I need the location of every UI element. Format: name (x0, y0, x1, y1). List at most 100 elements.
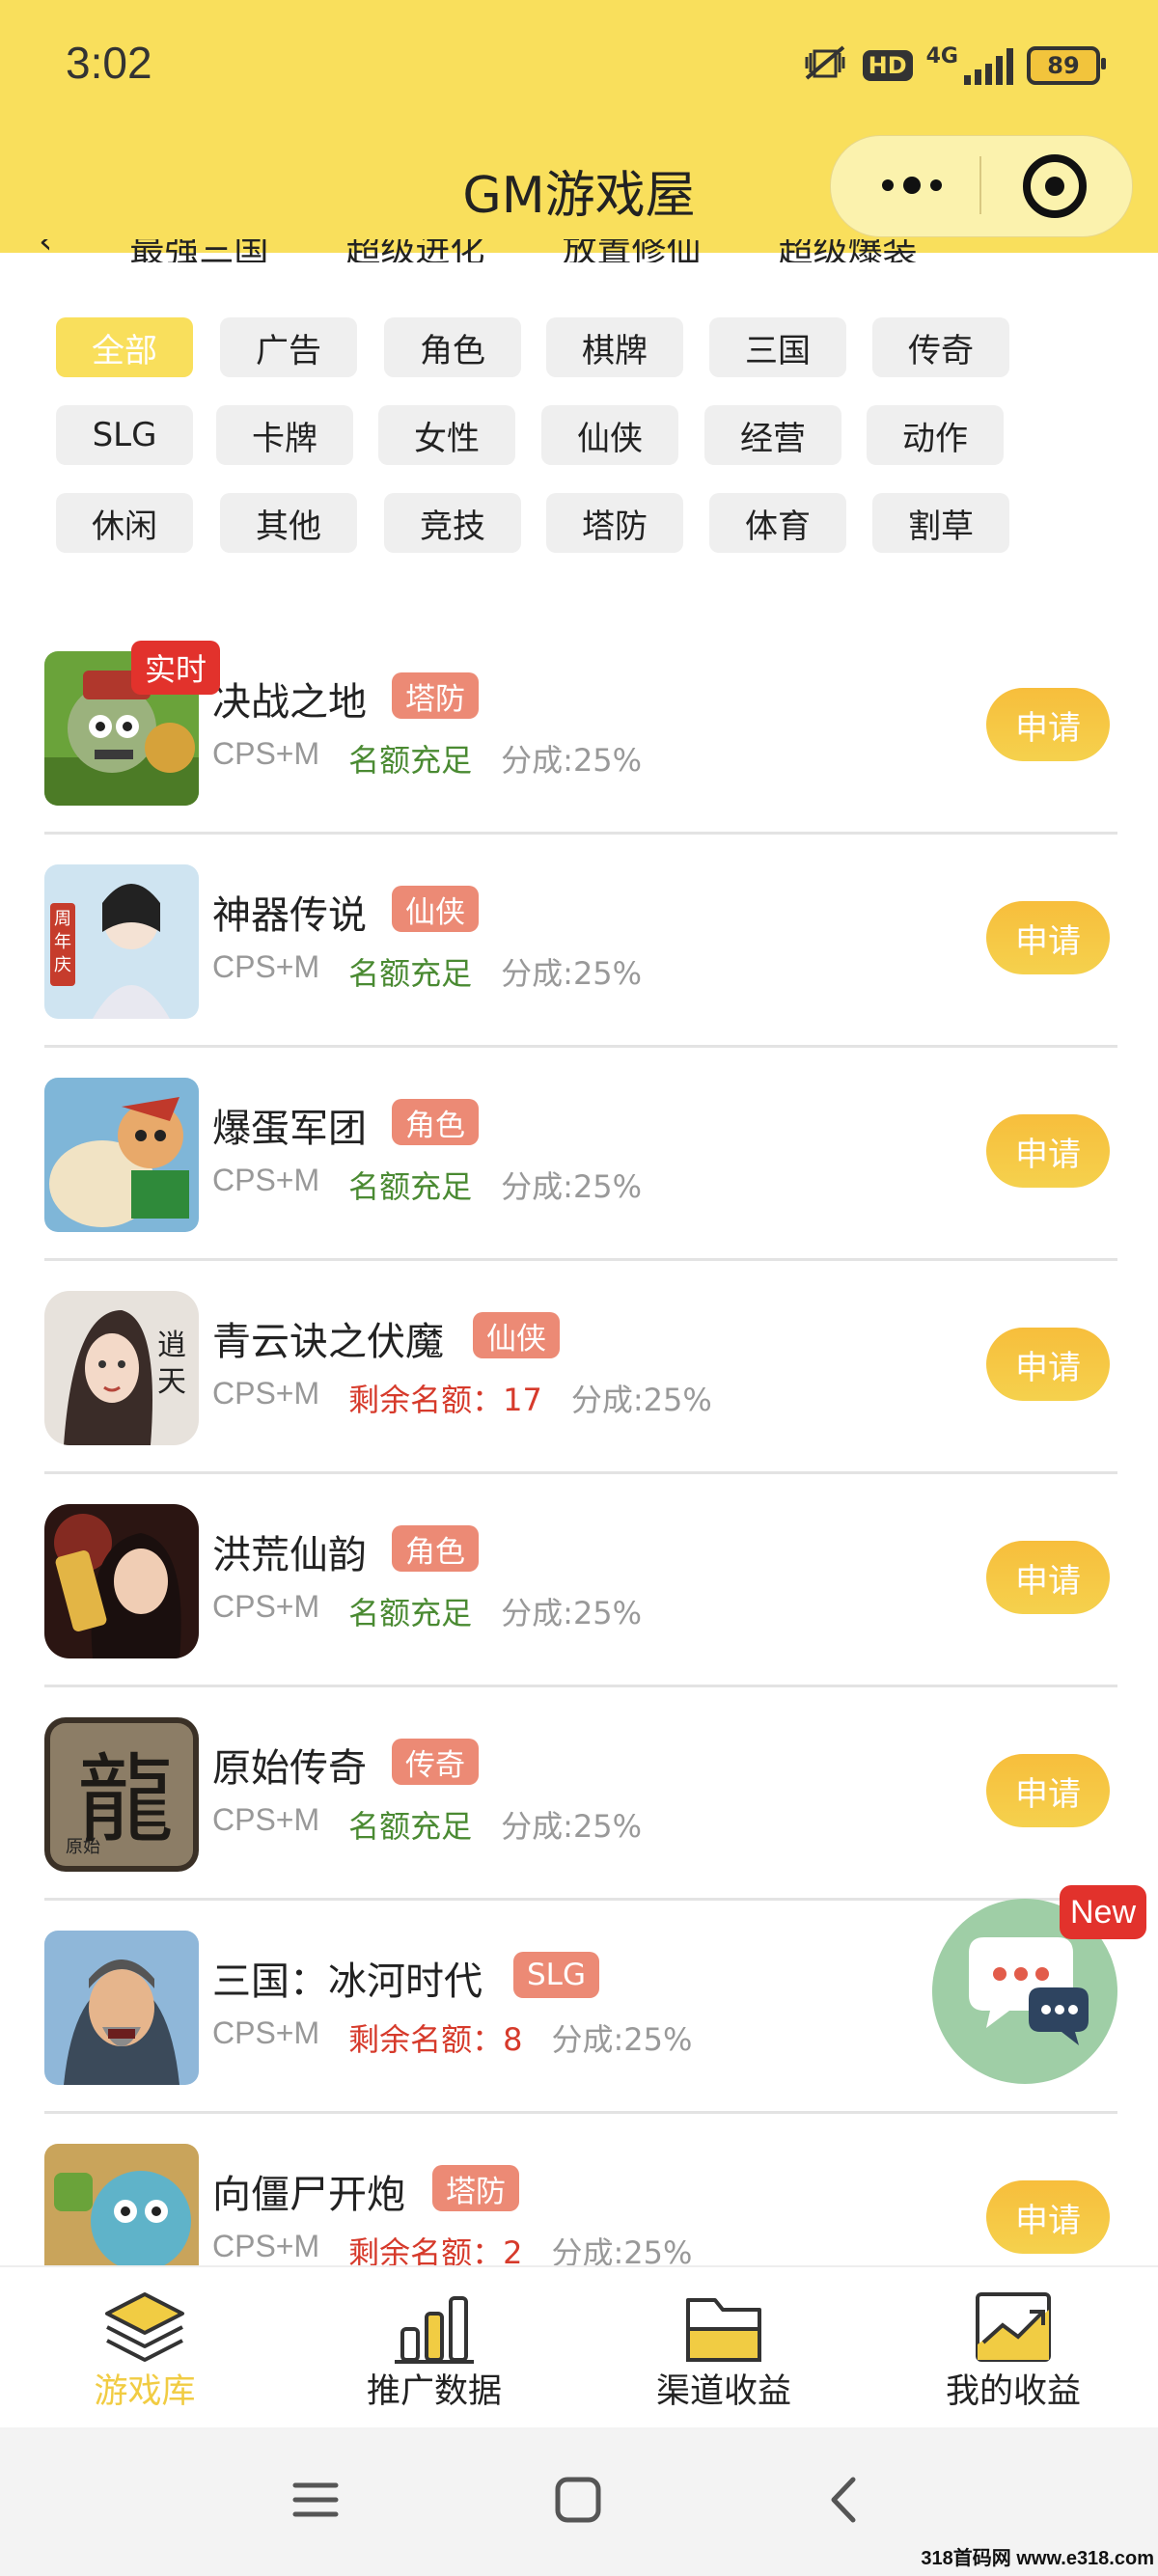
game-list-item[interactable]: 爆蛋军团 角色 CPS+M 名额充足 分成:25% 申请 (44, 1049, 1117, 1261)
back-chevron-icon (831, 2477, 856, 2523)
apply-button[interactable]: 申请 (986, 2180, 1110, 2254)
icon-text: 周 (54, 909, 71, 929)
filter-chip[interactable]: 竞技 (384, 493, 521, 553)
game-meta: CPS+M 名额充足 分成:25% (212, 949, 642, 994)
game-quota: 剩余名额：17 (348, 1382, 542, 1418)
game-tag: 仙侠 (473, 1312, 560, 1358)
filter-chip-all[interactable]: 全部 (56, 317, 193, 377)
game-share: 分成:25% (501, 1808, 643, 1845)
more-dot-icon (930, 179, 942, 191)
filter-chip[interactable]: 棋牌 (546, 317, 683, 377)
filter-chip[interactable]: 塔防 (546, 493, 683, 553)
game-share: 分成:25% (501, 1168, 643, 1205)
game-quota: 名额充足 (348, 1808, 473, 1845)
game-name: 决战之地 (212, 680, 367, 725)
filter-chip[interactable]: 经营 (704, 405, 841, 465)
row-divider (44, 2111, 1117, 2114)
game-name: 爆蛋军团 (212, 1107, 367, 1151)
home-nav-button[interactable] (554, 2476, 602, 2528)
game-quota: 名额充足 (348, 955, 473, 992)
game-list-item[interactable]: 向僵尸开炮 塔防 CPS+M 剩余名额：2 分成:25% 申请 (44, 2115, 1117, 2265)
row-divider (44, 1258, 1117, 1261)
filter-chip[interactable]: 仙侠 (541, 405, 678, 465)
game-mode: CPS+M (212, 2015, 320, 2050)
game-list-item[interactable]: 逍天 青云诀之伏魔 仙侠 CPS+M 剩余名额：17 分成:25% 申请 (44, 1262, 1117, 1474)
category-strip-partial: ‹ 最强三国 超级进化 放置修仙 超级爆装 (39, 239, 1139, 262)
filter-chip[interactable]: 体育 (709, 493, 846, 553)
game-tag: 传奇 (392, 1739, 479, 1785)
game-list-item[interactable]: 龍原始 原始传奇 传奇 CPS+M 名额充足 分成:25% 申请 (44, 1688, 1117, 1901)
category-left-arrow-icon[interactable]: ‹ (39, 239, 52, 262)
category-partial-item[interactable]: 超级爆装 (778, 239, 917, 262)
game-icon-zombie-cannon (44, 2144, 199, 2265)
game-mode: CPS+M (212, 736, 320, 771)
game-share: 分成:25% (501, 1595, 643, 1631)
tab-game-library[interactable]: 游戏库 (0, 2267, 290, 2429)
tab-my-revenue[interactable]: 我的收益 (868, 2267, 1158, 2429)
tab-promotion-data[interactable]: 推广数据 (290, 2267, 579, 2429)
category-partial-item[interactable]: 放置修仙 (562, 239, 701, 262)
game-mode: CPS+M (212, 949, 320, 984)
game-meta: CPS+M 剩余名额：2 分成:25% (212, 2229, 692, 2265)
game-quota: 剩余名额：8 (348, 2021, 523, 2058)
site-watermark: 318首码网 www.e318.com (921, 2548, 1154, 2569)
game-list-item[interactable]: 洪荒仙韵 角色 CPS+M 名额充足 分成:25% 申请 (44, 1475, 1117, 1687)
game-mode: CPS+M (212, 1163, 320, 1197)
game-quota: 名额充足 (348, 1168, 473, 1205)
apply-button[interactable]: 申请 (986, 901, 1110, 974)
tab-channel-revenue[interactable]: 渠道收益 (579, 2267, 868, 2429)
filter-chip[interactable]: 其他 (220, 493, 357, 553)
game-tag: 角色 (392, 1099, 479, 1145)
filter-chip[interactable]: 女性 (378, 405, 515, 465)
category-partial-item[interactable]: 超级进化 (345, 239, 484, 262)
game-tag: 仙侠 (392, 886, 479, 932)
game-icon-honghuang (44, 1504, 199, 1658)
filter-chip[interactable]: 传奇 (872, 317, 1009, 377)
live-badge: 实时 (131, 641, 220, 695)
game-name: 原始传奇 (212, 1746, 367, 1791)
bottom-tab-bar: 游戏库 推广数据 渠道收益 我的收益 (0, 2265, 1158, 2429)
game-meta: CPS+M 名额充足 分成:25% (212, 1589, 642, 1633)
menu-nav-button[interactable] (291, 2476, 340, 2528)
icon-text: 年 (54, 932, 71, 952)
filter-chip[interactable]: 休闲 (56, 493, 193, 553)
game-share: 分成:25% (501, 955, 643, 992)
game-mode: CPS+M (212, 1802, 320, 1837)
status-icons: HD 4G 89 (801, 39, 1106, 93)
game-name: 三国：冰河时代 (212, 1959, 482, 2004)
hd-badge: HD (862, 50, 913, 81)
game-list-item[interactable]: 周年庆 神器传说 仙侠 CPS+M 名额充足 分成:25% 申请 (44, 836, 1117, 1048)
filter-chip[interactable]: 动作 (867, 405, 1004, 465)
filter-chip[interactable]: 卡牌 (216, 405, 353, 465)
icon-text: 原始 (66, 1837, 100, 1857)
mute-vibrate-icon (801, 43, 849, 89)
game-icon-artifact: 周年庆 (44, 864, 199, 1019)
apply-button[interactable]: 申请 (986, 688, 1110, 761)
more-dot-icon (903, 177, 921, 194)
apply-button[interactable]: 申请 (986, 1754, 1110, 1827)
filter-chip[interactable]: 广告 (220, 317, 357, 377)
category-partial-item[interactable]: 最强三国 (129, 239, 268, 262)
game-meta: CPS+M 名额充足 分成:25% (212, 1802, 642, 1847)
apply-button[interactable]: 申请 (986, 1114, 1110, 1188)
game-share: 分成:25% (551, 2021, 693, 2058)
tab-label: 渠道收益 (655, 2372, 791, 2411)
game-quota: 剩余名额：2 (348, 2234, 523, 2265)
row-divider (44, 1045, 1117, 1048)
filter-chip[interactable]: SLG (56, 405, 193, 465)
more-button[interactable] (849, 145, 975, 226)
bar-chart-icon (391, 2287, 478, 2368)
game-share: 分成:25% (570, 1382, 712, 1418)
apply-button[interactable]: 申请 (986, 1328, 1110, 1401)
close-target-button[interactable] (1023, 154, 1087, 218)
filter-chip[interactable]: 割草 (872, 493, 1009, 553)
back-nav-button[interactable] (820, 2476, 868, 2528)
game-name: 青云诀之伏魔 (212, 1320, 444, 1364)
game-meta: CPS+M 剩余名额：8 分成:25% (212, 2015, 692, 2060)
apply-button[interactable]: 申请 (986, 1541, 1110, 1614)
signal-icon (964, 46, 1013, 85)
game-tag: 角色 (392, 1525, 479, 1572)
network-label: 4G (925, 43, 958, 69)
filter-chip[interactable]: 三国 (709, 317, 846, 377)
filter-chip[interactable]: 角色 (384, 317, 521, 377)
